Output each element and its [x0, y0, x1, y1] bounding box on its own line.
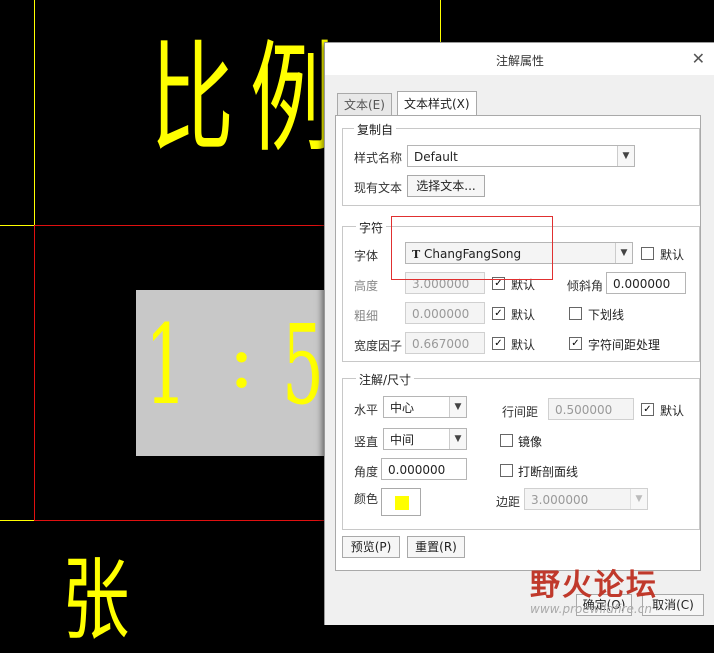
vertical-label: 竖直: [354, 435, 379, 449]
line-spacing-label: 行间距: [502, 405, 539, 419]
watermark-url: www.proewildfire.cn: [530, 602, 652, 616]
cad-canvas[interactable]: 比 例 1 : 5 张: [0, 0, 441, 646]
mirror-checkbox[interactable]: [500, 434, 513, 447]
angle-label: 角度: [354, 465, 379, 479]
chevron-down-icon[interactable]: ▼: [615, 243, 632, 263]
group-note-dimension-label: 注解/尺寸: [356, 371, 415, 388]
red-frame-left: [34, 225, 35, 521]
margin-select[interactable]: 3.000000 ▼: [524, 488, 648, 510]
cad-text-zhang: 张: [62, 548, 130, 653]
highlight-frame: [391, 216, 553, 280]
width-factor-default-checkbox[interactable]: ✓: [492, 337, 505, 350]
select-text-button[interactable]: 选择文本...: [407, 175, 485, 197]
watermark-logo-text: 野火论坛: [530, 568, 658, 603]
group-character-label: 字符: [356, 219, 387, 236]
preview-button[interactable]: 预览(P): [342, 536, 400, 558]
cad-text-li: 例: [250, 30, 334, 169]
chevron-down-icon[interactable]: ▼: [449, 397, 466, 417]
thickness-default-label: 默认: [511, 308, 536, 322]
yellow-frame-line-right: [440, 0, 441, 42]
vertical-value: 中间: [390, 433, 415, 447]
margin-value: 3.000000: [531, 493, 589, 507]
chevron-down-icon[interactable]: ▼: [630, 489, 647, 509]
kerning-checkbox[interactable]: ✓: [569, 337, 582, 350]
color-button[interactable]: [381, 488, 421, 516]
red-frame-bottom: [34, 520, 324, 521]
close-icon[interactable]: ✕: [692, 49, 705, 68]
style-name-label: 样式名称: [354, 151, 403, 165]
cad-text-ratio-5: 5: [282, 301, 324, 429]
cad-text-bi: 比: [150, 30, 234, 169]
chevron-down-icon[interactable]: ▼: [617, 146, 634, 166]
angle-field[interactable]: 0.000000: [381, 458, 467, 480]
color-label: 颜色: [354, 492, 379, 506]
dialog-titlebar[interactable]: 注解属性 ✕: [325, 43, 714, 75]
underline-checkbox[interactable]: [569, 307, 582, 320]
slant-label: 倾斜角: [567, 279, 604, 293]
style-name-select[interactable]: Default ▼: [407, 145, 635, 167]
group-copy-from-label: 复制自: [354, 121, 397, 138]
line-spacing-field[interactable]: 0.500000: [548, 398, 634, 420]
break-hatch-label: 打断剖面线: [518, 465, 579, 479]
mirror-label: 镜像: [518, 435, 543, 449]
red-frame-top: [34, 225, 324, 226]
break-hatch-checkbox[interactable]: [500, 464, 513, 477]
tab-text[interactable]: 文本(E): [337, 93, 392, 117]
width-factor-default-label: 默认: [511, 338, 536, 352]
slant-field[interactable]: 0.000000: [606, 272, 686, 294]
line-spacing-default-label: 默认: [660, 404, 685, 418]
thickness-default-checkbox[interactable]: ✓: [492, 307, 505, 320]
yellow-frame-line-mid: [0, 225, 34, 226]
horizontal-value: 中心: [390, 401, 415, 415]
horizontal-label: 水平: [354, 403, 379, 417]
yellow-frame-line-left: [34, 0, 35, 225]
color-swatch: [395, 496, 409, 510]
yellow-frame-bottom: [0, 520, 34, 521]
font-label: 字体: [354, 249, 379, 263]
cad-text-ratio-colon: :: [228, 313, 255, 406]
font-default-label: 默认: [660, 248, 685, 262]
font-default-checkbox[interactable]: [641, 247, 654, 260]
thickness-label: 粗细: [354, 309, 379, 323]
cad-text-ratio-1: 1: [145, 301, 187, 429]
width-factor-label: 宽度因子: [354, 339, 403, 353]
horizontal-select[interactable]: 中心 ▼: [383, 396, 467, 418]
kerning-label: 字符间距处理: [588, 338, 661, 352]
thickness-field[interactable]: 0.000000: [405, 302, 485, 324]
underline-label: 下划线: [588, 308, 625, 322]
height-label: 高度: [354, 279, 379, 293]
reset-button[interactable]: 重置(R): [407, 536, 465, 558]
line-spacing-default-checkbox[interactable]: ✓: [641, 403, 654, 416]
tab-text-style[interactable]: 文本样式(X): [397, 91, 477, 117]
chevron-down-icon[interactable]: ▼: [449, 429, 466, 449]
width-factor-field[interactable]: 0.667000: [405, 332, 485, 354]
margin-label: 边距: [496, 495, 521, 509]
dialog-title: 注解属性: [495, 54, 544, 68]
style-name-value: Default: [414, 150, 458, 164]
vertical-select[interactable]: 中间 ▼: [383, 428, 467, 450]
existing-text-label: 现有文本: [354, 181, 403, 195]
